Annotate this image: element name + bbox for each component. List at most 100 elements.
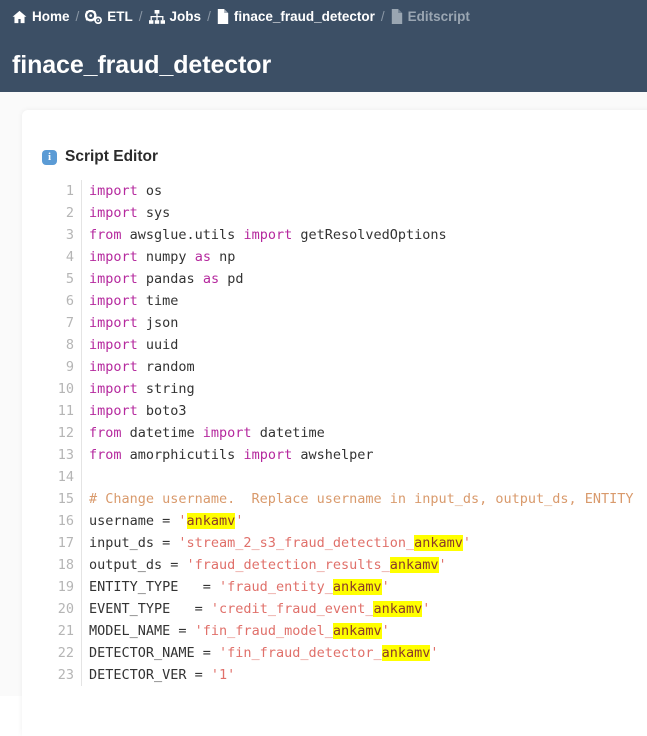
breadcrumb-item-jobs[interactable]: Jobs (148, 9, 201, 24)
code-token: uuid (137, 337, 179, 353)
code-line-content[interactable]: DETECTOR_NAME = 'fin_fraud_detector_anka… (82, 642, 647, 664)
info-icon: i (42, 149, 57, 165)
code-line: 1 import os (42, 180, 647, 202)
code-token: import (89, 293, 138, 309)
code-line: 13 from amorphicutils import awshelper (42, 444, 647, 466)
breadcrumb-item-label: ETL (107, 9, 133, 24)
line-number: 15 (42, 488, 82, 510)
code-token: import (89, 205, 138, 221)
code-line: 19 ENTITY_TYPE = 'fraud_entity_ankamv' (42, 576, 647, 598)
code-line: 9 import random (42, 356, 647, 378)
code-line-content[interactable]: username = 'ankamv' (82, 510, 647, 532)
line-number: 7 (42, 312, 82, 334)
highlighted-token: ankamv (389, 557, 439, 573)
code-line-content[interactable]: import sys (82, 202, 647, 224)
code-line-content[interactable]: import numpy as np (82, 246, 647, 268)
code-token: os (137, 183, 163, 199)
code-token: ' (381, 579, 390, 595)
code-token: datetime (121, 425, 203, 441)
line-number: 9 (42, 356, 82, 378)
code-line: 11 import boto3 (42, 400, 647, 422)
line-number: 23 (42, 664, 82, 686)
highlighted-token: ankamv (332, 623, 382, 639)
code-line: 23 DETECTOR_VER = '1' (42, 664, 647, 686)
code-line-content[interactable]: import json (82, 312, 647, 334)
code-line-content[interactable]: import uuid (82, 334, 647, 356)
code-token: ENTITY_TYPE = (89, 579, 220, 595)
breadcrumb: Home / ETL / Jobs / finace_fraud_detector / Edit… (0, 0, 647, 24)
code-token: import (89, 403, 138, 419)
code-token: import (89, 337, 138, 353)
code-token: DETECTOR_VER = (89, 667, 211, 683)
code-line-content[interactable]: from awsglue.utils import getResolvedOpt… (82, 224, 647, 246)
code-line-content[interactable]: EVENT_TYPE = 'credit_fraud_event_ankamv' (82, 598, 647, 620)
line-number: 16 (42, 510, 82, 532)
content-card: i Script Editor 1 import os 2 import sys 3 fr… (22, 110, 647, 736)
code-line: 3 from awsglue.utils import getResolvedOp… (42, 224, 647, 246)
code-token: ' (178, 513, 187, 529)
breadcrumb-item-finace-fraud-detector[interactable]: finace_fraud_detector (217, 9, 375, 24)
code-token: ' (235, 513, 244, 529)
script-editor-code-area[interactable]: 1 import os 2 import sys 3 from awsglue.utils… (42, 180, 647, 686)
script-editor-header: i Script Editor (42, 148, 647, 166)
code-token: string (137, 381, 195, 397)
code-token: sys (137, 205, 171, 221)
code-line-content[interactable]: import time (82, 290, 647, 312)
code-token: as (194, 249, 211, 265)
code-token: json (137, 315, 179, 331)
code-line-content[interactable]: import boto3 (82, 400, 647, 422)
code-token: import (89, 271, 138, 287)
script-editor-title: Script Editor (65, 148, 159, 165)
code-line: 12 from datetime import datetime (42, 422, 647, 444)
code-token: random (137, 359, 195, 375)
code-line-content[interactable]: ENTITY_TYPE = 'fraud_entity_ankamv' (82, 576, 647, 598)
code-line-content[interactable]: input_ds = 'stream_2_s3_fraud_detection_… (82, 532, 647, 554)
code-token: import (89, 183, 138, 199)
code-line: 16 username = 'ankamv' (42, 510, 647, 532)
line-number: 6 (42, 290, 82, 312)
code-token: import (89, 315, 138, 331)
code-token: time (137, 293, 179, 309)
code-line-content[interactable]: import random (82, 356, 647, 378)
file-icon (391, 9, 403, 24)
breadcrumb-item-etl[interactable]: ETL (85, 9, 133, 24)
home-icon (12, 10, 27, 24)
code-line: 10 import string (42, 378, 647, 400)
breadcrumb-separator: / (75, 9, 80, 24)
code-token: 'fin_fraud_detector_ (219, 645, 382, 661)
code-line-content[interactable]: # Change username. Replace username in i… (82, 488, 647, 510)
breadcrumb-item-label: Editscript (407, 9, 470, 24)
line-number: 4 (42, 246, 82, 268)
code-token: awsglue.utils (121, 227, 244, 243)
line-number: 2 (42, 202, 82, 224)
code-token: 'credit_fraud_event_ (210, 601, 374, 617)
code-token: ' (438, 557, 447, 573)
cogs-icon (85, 9, 103, 24)
code-token: output_ds = (89, 557, 187, 573)
line-number: 19 (42, 576, 82, 598)
code-line-content[interactable]: output_ds = 'fraud_detection_results_ank… (82, 554, 647, 576)
code-line: 17 input_ds = 'stream_2_s3_fraud_detectio… (42, 532, 647, 554)
code-token: datetime (251, 425, 325, 441)
code-token: '1' (210, 667, 236, 683)
code-line-content[interactable]: import pandas as pd (82, 268, 647, 290)
code-token: EVENT_TYPE = (89, 601, 211, 617)
code-line-content[interactable]: from datetime import datetime (82, 422, 647, 444)
line-number: 22 (42, 642, 82, 664)
breadcrumb-separator: / (207, 9, 211, 24)
code-token: import (89, 359, 138, 375)
code-line: 15 # Change username. Replace username in… (42, 488, 647, 510)
code-line: 21 MODEL_NAME = 'fin_fraud_model_ankamv' (42, 620, 647, 642)
line-number: 21 (42, 620, 82, 642)
line-number: 3 (42, 224, 82, 246)
code-line-content[interactable]: import os (82, 180, 647, 202)
highlighted-token: ankamv (414, 535, 463, 551)
code-line-content[interactable]: DETECTOR_VER = '1' (82, 664, 647, 686)
code-line-content[interactable]: import string (82, 378, 647, 400)
code-line-content[interactable]: from amorphicutils import awshelper (82, 444, 647, 466)
line-number: 14 (42, 466, 82, 488)
code-token: getResolvedOptions (292, 227, 447, 243)
code-line: 4 import numpy as np (42, 246, 647, 268)
code-line-content[interactable]: MODEL_NAME = 'fin_fraud_model_ankamv' (82, 620, 647, 642)
breadcrumb-item-home[interactable]: Home (12, 9, 70, 24)
